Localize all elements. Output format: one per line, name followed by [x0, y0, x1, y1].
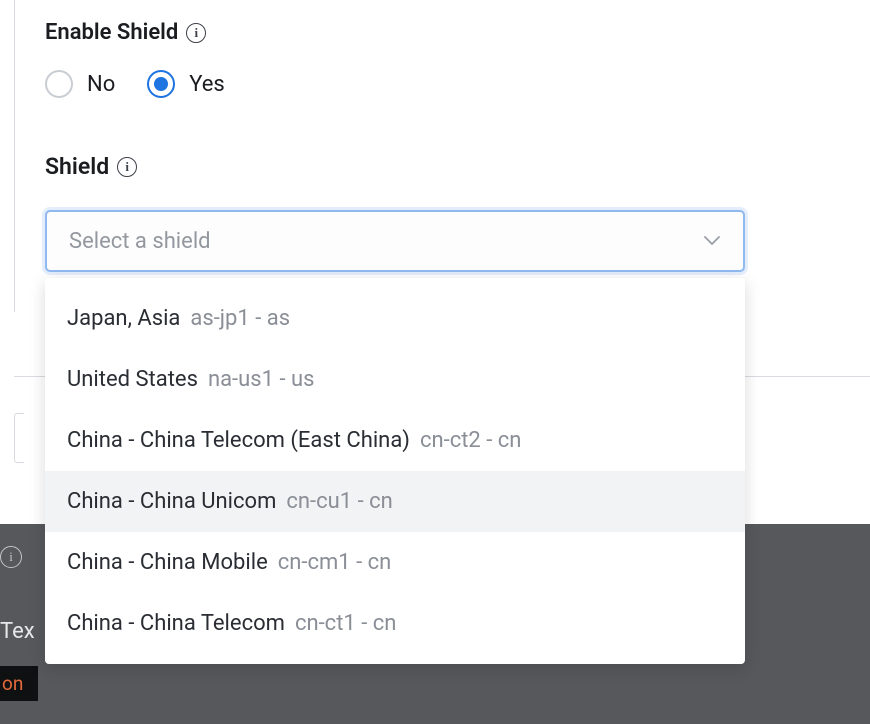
background-box-fragment — [14, 413, 24, 463]
option-name: United States — [67, 367, 198, 392]
option-name: China - China Unicom — [67, 489, 276, 514]
radio-button-no[interactable] — [45, 70, 73, 98]
radio-label-yes: Yes — [189, 72, 225, 97]
shield-placeholder: Select a shield — [69, 229, 211, 254]
dropdown-option[interactable]: United States na-us1 - us — [45, 349, 745, 410]
shield-dropdown: Japan, Asia as-jp1 - as United States na-us… — [45, 278, 745, 664]
dropdown-option[interactable]: China - China Mobile cn-cm1 - cn — [45, 532, 745, 593]
option-code: cn-ct2 - cn — [420, 428, 521, 453]
option-name: China - China Telecom (East China) — [67, 428, 410, 453]
option-name: China - China Telecom — [67, 611, 285, 636]
shield-label: Shield i — [45, 153, 840, 180]
radio-option-yes[interactable]: Yes — [147, 70, 225, 98]
option-code: na-us1 - us — [208, 367, 315, 392]
radio-label-no: No — [87, 72, 115, 97]
enable-shield-radio-group: No Yes — [45, 70, 840, 98]
option-code: cn-cm1 - cn — [278, 550, 392, 575]
background-tex-label: Tex — [0, 619, 35, 644]
info-icon[interactable]: i — [117, 157, 137, 177]
dropdown-option[interactable]: China - China Telecom cn-ct1 - cn — [45, 593, 745, 654]
option-code: cn-cu1 - cn — [286, 489, 392, 514]
option-name: Japan, Asia — [67, 306, 180, 331]
chevron-down-icon — [703, 232, 721, 250]
option-code: as-jp1 - as — [190, 306, 290, 331]
radio-option-no[interactable]: No — [45, 70, 115, 98]
background-orange-label: on — [0, 666, 38, 701]
info-icon: i — [0, 546, 22, 568]
enable-shield-label: Enable Shield i — [45, 20, 840, 45]
dropdown-option[interactable]: Japan, Asia as-jp1 - as — [45, 288, 745, 349]
option-code: cn-ct1 - cn — [295, 611, 396, 636]
shield-text: Shield — [45, 153, 109, 180]
enable-shield-text: Enable Shield — [45, 20, 178, 45]
dropdown-option[interactable]: China - China Telecom (East China) cn-ct2… — [45, 410, 745, 471]
radio-button-yes[interactable] — [147, 70, 175, 98]
shield-select[interactable]: Select a shield — [45, 210, 745, 272]
dropdown-option[interactable]: China - China Unicom cn-cu1 - cn — [45, 471, 745, 532]
option-name: China - China Mobile — [67, 550, 268, 575]
info-icon[interactable]: i — [186, 23, 206, 43]
